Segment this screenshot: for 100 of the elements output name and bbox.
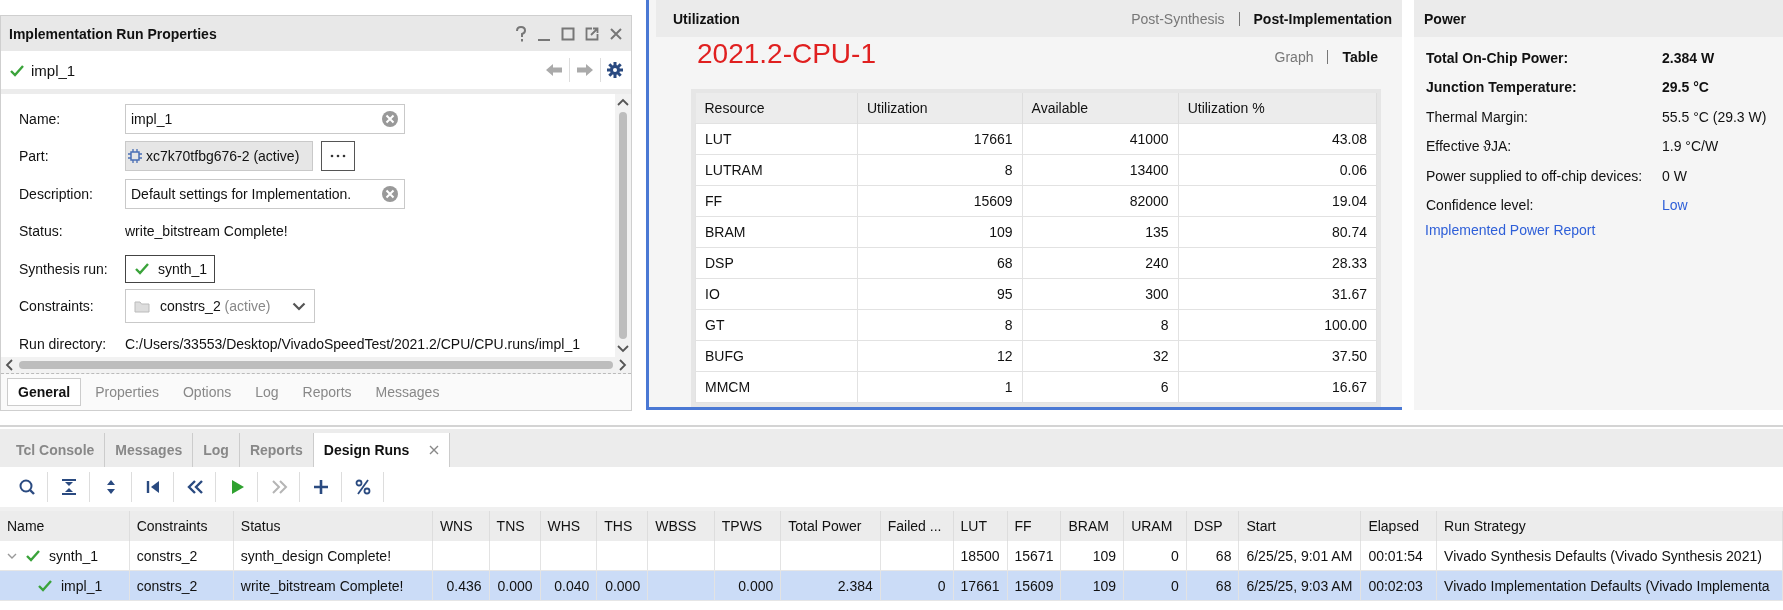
double-chevron-left-icon[interactable]: [185, 478, 204, 496]
tab[interactable]: General: [7, 378, 82, 406]
column-header: DSP: [1186, 511, 1239, 541]
table-cell: 0.436: [446, 577, 482, 594]
collapse-all-icon[interactable]: [59, 478, 78, 496]
field-label: Name:: [19, 110, 62, 127]
tab[interactable]: Log: [245, 379, 289, 405]
synthesis-run-field[interactable]: synth_1: [125, 254, 215, 283]
constraints-dropdown[interactable]: constrs_2 (active): [125, 289, 315, 324]
table-cell: 300: [1022, 278, 1179, 310]
add-icon[interactable]: [311, 478, 330, 496]
table-cell: 80.74: [1178, 216, 1377, 248]
table-cell: 8: [857, 154, 1023, 186]
close-icon[interactable]: [429, 445, 440, 455]
chevron-up-icon: [617, 98, 629, 106]
column-header: TNS: [489, 511, 541, 541]
column-header: Constraints: [129, 511, 234, 541]
tab[interactable]: Options: [172, 379, 242, 405]
table-cell: BUFG: [695, 340, 858, 372]
table-cell: 82000: [1022, 185, 1179, 217]
tab[interactable]: Messages: [105, 433, 194, 467]
table-cell: 00:01:54: [1368, 547, 1423, 564]
folder-icon: [134, 299, 150, 313]
table-cell: write_bitstream Complete!: [240, 577, 404, 594]
field-label: Description:: [19, 185, 94, 202]
table-cell: 109: [1092, 577, 1117, 594]
annotation-text: 2021.2-CPU-1: [697, 37, 876, 71]
browse-button[interactable]: [321, 141, 355, 172]
column-header: WHS: [540, 511, 597, 541]
more-icon: [330, 154, 346, 159]
table-cell: 68: [857, 247, 1023, 279]
tab[interactable]: Messages: [365, 379, 450, 405]
tab[interactable]: Reports: [239, 433, 314, 467]
table-row[interactable]: synth_1 constrs_2 synth_design Complete! 18500 15671 109 0 68 6/25/25, 9:01 AM 00:01:54 Vivado Synthesis Defaults (Vivado Synthesis 2021): [0, 541, 1783, 571]
tab[interactable]: Tcl Console: [6, 433, 106, 467]
power-report-link[interactable]: Implemented Power Report: [1414, 220, 1783, 238]
view-toggle[interactable]: Graph: [1274, 49, 1314, 65]
column-header: FF: [1007, 511, 1061, 541]
table-cell: 8: [857, 309, 1023, 341]
tab[interactable]: Log: [193, 433, 240, 467]
tab[interactable]: Properties: [85, 379, 169, 405]
tab[interactable]: Reports: [292, 379, 362, 405]
table-cell: 68: [1215, 547, 1232, 564]
table-cell: 2.384: [837, 577, 873, 594]
view-toggle[interactable]: Table: [1342, 49, 1378, 65]
help-icon[interactable]: [515, 25, 527, 42]
power-value: 1.9 °C/W: [1662, 138, 1720, 155]
table-cell: 109: [857, 216, 1023, 248]
table-cell: constrs_2: [136, 547, 198, 564]
table-cell: 00:02:03: [1368, 577, 1423, 594]
table-row[interactable]: impl_1 constrs_2 write_bitstream Complete! 0.436 0.000 0.040 0.000 0.000 2.384 0 17661 15609 109 0 68 6/25/25, 9:03 AM 00:02:03 Vivado Implementation Defaults (Vivado Implementa: [0, 570, 1783, 601]
table-cell: synth_design Complete!: [240, 547, 392, 564]
table-cell: 0: [1171, 547, 1179, 564]
confidence-link[interactable]: Low: [1662, 197, 1783, 214]
float-icon[interactable]: [585, 26, 599, 41]
table-cell: 95: [857, 278, 1023, 310]
table-cell: 17661: [857, 123, 1023, 155]
table-cell: FF: [695, 185, 858, 217]
column-header: Failed ...: [880, 511, 954, 541]
field-label: Status:: [19, 223, 64, 240]
run-name: impl_1: [31, 61, 77, 79]
table-cell: 0.000: [605, 577, 641, 594]
maximize-icon[interactable]: [561, 26, 575, 41]
arrow-right-icon[interactable]: [576, 63, 594, 77]
table-cell: 6/25/25, 9:01 AM: [1246, 547, 1353, 564]
text-field[interactable]: Default settings for Implementation.: [125, 178, 405, 209]
tab[interactable]: Design Runs: [313, 433, 451, 467]
close-icon[interactable]: [609, 26, 623, 41]
power-value: 0 W: [1662, 167, 1688, 184]
clear-icon[interactable]: [381, 109, 399, 128]
scrollbar[interactable]: [615, 94, 631, 357]
column-header: Status: [233, 511, 433, 541]
column-header: Available: [1022, 93, 1179, 124]
search-icon[interactable]: [17, 478, 36, 496]
power-label: Junction Temperature:: [1426, 79, 1578, 96]
power-label: Effective ϑJA:: [1426, 138, 1513, 155]
settings-icon[interactable]: [607, 62, 623, 78]
percent-icon[interactable]: [353, 478, 372, 496]
chevron-left-icon: [5, 359, 13, 371]
table-cell: 15671: [1014, 547, 1054, 564]
table-cell: 32: [1022, 340, 1179, 372]
table-cell: Vivado Synthesis Defaults (Vivado Synthesis 2021): [1444, 547, 1762, 564]
view-toggle[interactable]: Post-Implementation: [1253, 10, 1392, 27]
table-cell: MMCM: [695, 371, 858, 403]
scrollbar[interactable]: [1, 357, 631, 374]
table-cell: 41000: [1022, 123, 1179, 155]
text-field[interactable]: impl_1: [125, 103, 405, 134]
table-cell: 135: [1022, 216, 1179, 248]
table-cell: 0.040: [554, 577, 590, 594]
table-cell: 100.00: [1178, 309, 1377, 341]
column-header: THS: [596, 511, 648, 541]
view-toggle[interactable]: Post-Synthesis: [1131, 10, 1225, 27]
table-cell: 12: [857, 340, 1023, 372]
field-label: Constraints:: [19, 298, 95, 315]
field-label: Part:: [19, 148, 50, 165]
clear-icon[interactable]: [381, 184, 399, 203]
part-field[interactable]: xc7k70tfbg676-2 (active): [125, 141, 313, 172]
arrow-left-icon[interactable]: [545, 63, 563, 77]
power-value: 55.5 °C (29.3 W): [1662, 108, 1768, 125]
table-cell: 13400: [1022, 154, 1179, 186]
